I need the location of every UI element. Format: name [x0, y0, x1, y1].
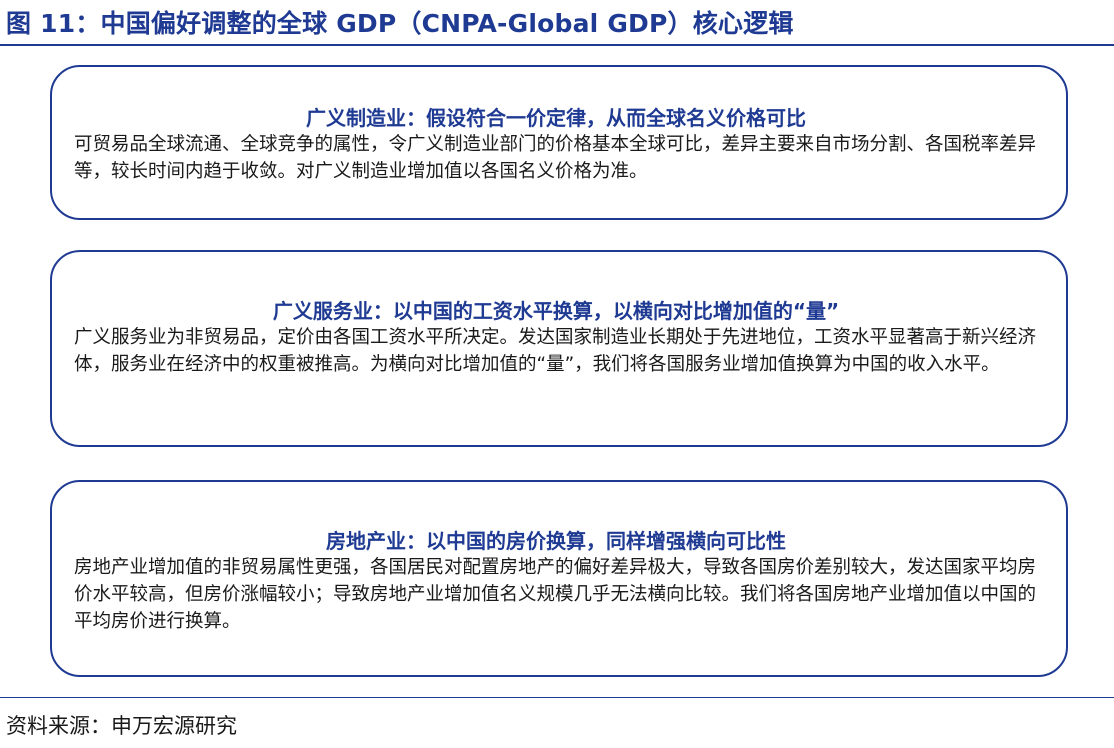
services-body: 广义服务业为非贸易品，定价由各国工资水平所决定。发达国家制造业长期处于先进地位，…	[74, 327, 1037, 375]
services-heading: 广义服务业：以中国的工资水平换算，以横向对比增加值的“量”	[272, 299, 840, 323]
real-estate-box: 房地产业：以中国的房价换算，同样增强横向可比性 房地产业增加值的非贸易属性更强，…	[50, 480, 1068, 677]
footer-divider	[0, 697, 1114, 698]
real-estate-heading: 房地产业：以中国的房价换算，同样增强横向可比性	[326, 529, 786, 553]
title-divider	[0, 44, 1114, 46]
figure-title: 图 11：中国偏好调整的全球 GDP（CNPA-Global GDP）核心逻辑	[6, 9, 794, 38]
manufacturing-heading: 广义制造业：假设符合一价定律，从而全球名义价格可比	[306, 106, 806, 130]
manufacturing-box: 广义制造业：假设符合一价定律，从而全球名义价格可比 可贸易品全球流通、全球竞争的…	[50, 65, 1068, 220]
real-estate-body: 房地产业增加值的非贸易属性更强，各国居民对配置房地产的偏好差异极大，导致各国房价…	[74, 557, 1037, 632]
manufacturing-body: 可贸易品全球流通、全球竞争的属性，令广义制造业部门的价格基本全球可比，差异主要来…	[74, 134, 1037, 182]
source-note: 资料来源：申万宏源研究	[6, 714, 237, 738]
services-box: 广义服务业：以中国的工资水平换算，以横向对比增加值的“量” 广义服务业为非贸易品…	[50, 250, 1068, 447]
